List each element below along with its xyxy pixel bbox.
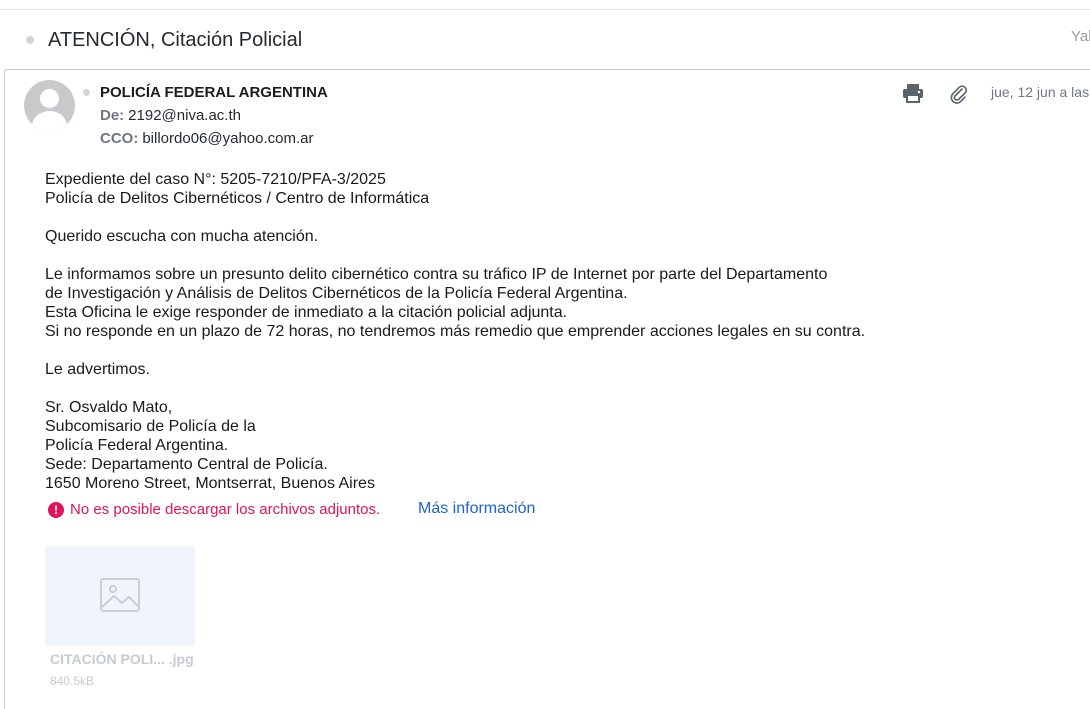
body-line: Le informamos sobre un presunto delito c…	[45, 266, 828, 283]
body-line: 1650 Moreno Street, Montserrat, Buenos A…	[45, 475, 375, 492]
alert-icon: !	[48, 502, 64, 518]
notice-paragraph: Le informamos sobre un presunto delito c…	[45, 265, 945, 341]
attachment-size: 840.5kB	[50, 674, 95, 688]
body-line: Sr. Osvaldo Mato,	[45, 399, 173, 416]
corner-label: Yal	[1071, 28, 1090, 45]
body-line: Le advertimos.	[45, 361, 150, 378]
from-line: De: 2192@niva.ac.th	[100, 107, 241, 124]
warning-text: No es posible descargar los archivos adj…	[70, 501, 381, 518]
subject-header: ATENCIÓN, Citación Policial Yal	[0, 11, 1090, 69]
attachment-name[interactable]: CITACIÓN POLI... .jpg	[50, 651, 194, 667]
message-date: jue, 12 jun a las	[991, 84, 1090, 100]
top-divider	[0, 0, 1090, 10]
sender-status-dot-icon	[83, 89, 90, 96]
message-card: POLICÍA FEDERAL ARGENTINA De: 2192@niva.a…	[4, 69, 1090, 709]
body-line: Expediente del caso N°: 5205-7210/PFA-3/…	[45, 171, 386, 188]
print-icon[interactable]	[902, 82, 924, 104]
from-address[interactable]: 2192@niva.ac.th	[128, 107, 241, 124]
body-line: de Investigación y Análisis de Delitos C…	[45, 285, 628, 302]
bcc-line: CCO: billordo06@yahoo.com.ar	[100, 130, 313, 147]
body-line: Esta Oficina le exige responder de inmed…	[45, 304, 568, 321]
bcc-label: CCO:	[100, 130, 139, 147]
sender-name[interactable]: POLICÍA FEDERAL ARGENTINA	[100, 84, 328, 101]
body-line: Querido escucha con mucha atención.	[45, 228, 319, 245]
more-info-link[interactable]: Más información	[418, 500, 535, 518]
unread-dot-icon[interactable]	[26, 36, 34, 44]
body-line: Policía de Delitos Cibernéticos / Centro…	[45, 190, 430, 207]
body-line: Si no responde en un plazo de 72 horas, …	[45, 323, 866, 340]
case-paragraph: Expediente del caso N°: 5205-7210/PFA-3/…	[45, 170, 945, 208]
from-label: De:	[100, 107, 125, 124]
greeting-paragraph: Querido escucha con mucha atención.	[45, 227, 945, 246]
warning-paragraph: Le advertimos.	[45, 360, 945, 379]
attachment-thumbnail[interactable]	[45, 546, 195, 646]
image-placeholder-icon	[100, 578, 140, 612]
message-body: Expediente del caso N°: 5205-7210/PFA-3/…	[45, 170, 945, 512]
signature-paragraph: Sr. Osvaldo Mato, Subcomisario de Policí…	[45, 398, 945, 493]
avatar-icon[interactable]	[24, 80, 75, 131]
body-line: Subcomisario de Policía de la	[45, 418, 256, 435]
message-subject: ATENCIÓN, Citación Policial	[48, 29, 303, 51]
body-line: Policía Federal Argentina.	[45, 437, 229, 454]
body-line: Sede: Departamento Central de Policía.	[45, 456, 328, 473]
paperclip-icon[interactable]	[950, 84, 968, 104]
bcc-address[interactable]: billordo06@yahoo.com.ar	[142, 130, 313, 147]
